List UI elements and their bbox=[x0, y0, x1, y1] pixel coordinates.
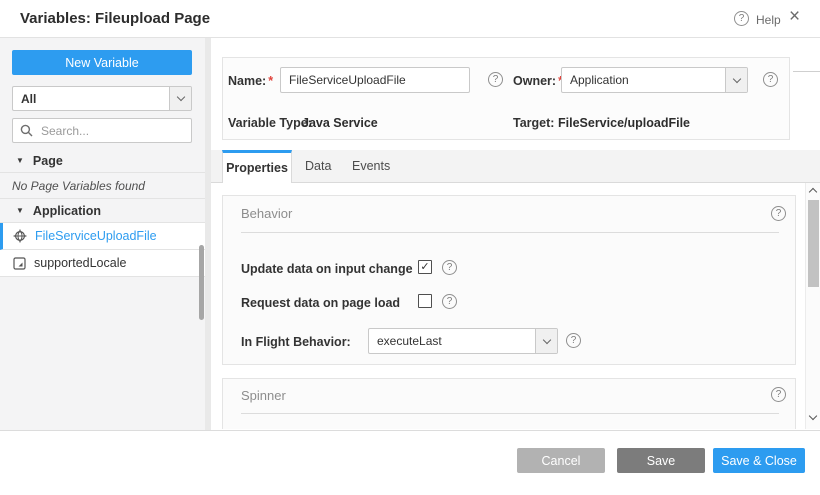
spinner-section: Spinner ? bbox=[222, 378, 796, 429]
section-title: Spinner bbox=[241, 388, 286, 403]
tree-section-application[interactable]: ▼ Application bbox=[0, 199, 205, 223]
caret-down-icon: ▼ bbox=[16, 206, 24, 215]
close-icon[interactable]: × bbox=[789, 7, 800, 26]
target-label: Target: bbox=[513, 116, 554, 130]
owner-value: Application bbox=[562, 68, 725, 92]
required-marker: * bbox=[268, 74, 273, 88]
search-icon bbox=[20, 124, 33, 137]
variable-search[interactable] bbox=[12, 118, 192, 143]
tree-section-label: Page bbox=[33, 154, 63, 168]
in-flight-behavior-label: In Flight Behavior: bbox=[241, 335, 351, 349]
in-flight-behavior-help-icon[interactable]: ? bbox=[566, 333, 581, 348]
in-flight-behavior-value: executeLast bbox=[369, 329, 535, 353]
variables-dialog: Variables: Fileupload Page ? Help × New … bbox=[0, 0, 820, 495]
variables-sidebar: New Variable All ▼ Page No Page Variable… bbox=[0, 38, 205, 430]
tab-properties[interactable]: Properties bbox=[222, 150, 292, 183]
caret-down-icon: ▼ bbox=[16, 156, 24, 165]
divider bbox=[793, 71, 820, 72]
chevron-down-icon bbox=[725, 68, 747, 92]
search-input[interactable] bbox=[39, 123, 191, 139]
variable-type-label: Variable Type: bbox=[228, 116, 312, 130]
variable-type-value: Java Service bbox=[302, 116, 378, 130]
request-data-checkbox[interactable] bbox=[418, 294, 432, 308]
divider bbox=[241, 232, 779, 233]
chevron-down-icon bbox=[535, 329, 557, 353]
tab-data[interactable]: Data bbox=[305, 159, 331, 173]
scroll-down-icon[interactable] bbox=[809, 412, 817, 420]
owner-help-icon[interactable]: ? bbox=[763, 72, 778, 87]
save-button[interactable]: Save bbox=[617, 448, 705, 473]
tab-bar bbox=[211, 150, 820, 183]
name-help-icon[interactable]: ? bbox=[488, 72, 503, 87]
section-title: Behavior bbox=[241, 206, 292, 221]
divider bbox=[241, 413, 779, 414]
target-value: FileService/uploadFile bbox=[558, 116, 690, 130]
behavior-section: Behavior ? Update data on input change ✓… bbox=[222, 195, 796, 365]
dialog-title: Variables: Fileupload Page bbox=[20, 10, 210, 27]
page-variables-empty-message: No Page Variables found bbox=[0, 173, 205, 199]
new-variable-button[interactable]: New Variable bbox=[12, 50, 192, 75]
update-data-checkbox[interactable]: ✓ bbox=[418, 260, 432, 274]
cancel-button[interactable]: Cancel bbox=[517, 448, 605, 473]
tree-section-page[interactable]: ▼ Page bbox=[0, 149, 205, 173]
tree-item-supportedlocale[interactable]: supportedLocale bbox=[0, 250, 205, 277]
update-data-label: Update data on input change bbox=[241, 262, 413, 276]
name-input[interactable] bbox=[280, 67, 470, 93]
variable-filter-select[interactable]: All bbox=[12, 86, 192, 111]
check-icon: ✓ bbox=[420, 262, 429, 273]
request-data-label: Request data on page load bbox=[241, 296, 400, 310]
java-service-icon bbox=[13, 229, 27, 243]
dialog-titlebar: Variables: Fileupload Page ? Help × bbox=[0, 0, 820, 38]
dialog-footer: Cancel Save Save & Close bbox=[0, 430, 820, 495]
variable-filter-value: All bbox=[13, 87, 169, 110]
behavior-help-icon[interactable]: ? bbox=[771, 206, 786, 221]
scrollbar-thumb[interactable] bbox=[808, 200, 819, 287]
tree-item-label: supportedLocale bbox=[34, 256, 126, 270]
locale-icon bbox=[13, 257, 26, 270]
help-icon[interactable]: ? bbox=[734, 11, 749, 26]
sidebar-scrollbar-thumb[interactable] bbox=[199, 245, 204, 320]
scroll-up-icon[interactable] bbox=[809, 188, 817, 196]
name-label: Name:* bbox=[228, 74, 273, 88]
update-data-help-icon[interactable]: ? bbox=[442, 260, 457, 275]
main-scrollbar[interactable] bbox=[805, 183, 820, 429]
in-flight-behavior-select[interactable]: executeLast bbox=[368, 328, 558, 354]
tab-events[interactable]: Events bbox=[352, 159, 390, 173]
owner-select[interactable]: Application bbox=[561, 67, 748, 93]
tree-item-fileserviceuploadfile[interactable]: FileServiceUploadFile bbox=[0, 223, 205, 250]
tree-item-label: FileServiceUploadFile bbox=[35, 229, 157, 243]
tree-section-label: Application bbox=[33, 204, 101, 218]
properties-scroll-area: Behavior ? Update data on input change ✓… bbox=[211, 183, 805, 429]
help-link[interactable]: Help bbox=[756, 13, 781, 27]
spinner-help-icon[interactable]: ? bbox=[771, 387, 786, 402]
request-data-help-icon[interactable]: ? bbox=[442, 294, 457, 309]
owner-label: Owner:* bbox=[513, 74, 563, 88]
chevron-down-icon bbox=[169, 87, 191, 110]
save-and-close-button[interactable]: Save & Close bbox=[713, 448, 805, 473]
